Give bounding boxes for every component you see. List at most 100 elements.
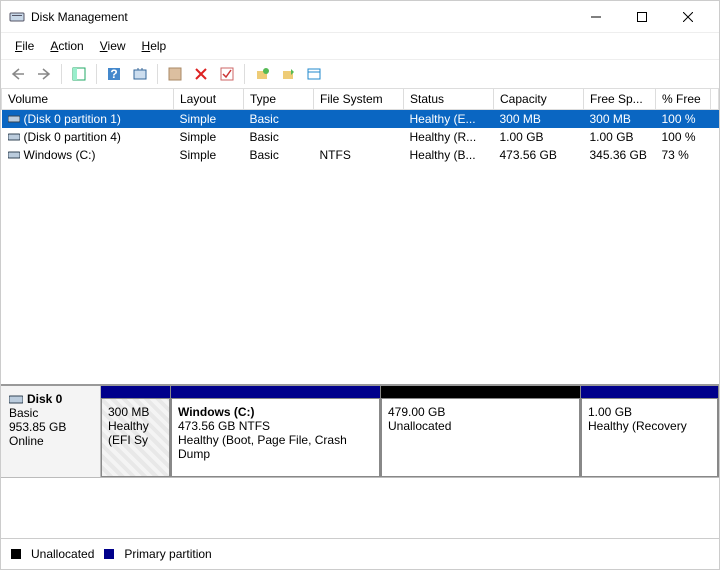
menu-bar: File Action View Help <box>1 33 719 60</box>
menu-view[interactable]: View <box>94 37 132 55</box>
legend-swatch-primary <box>104 549 114 559</box>
window-controls <box>573 1 711 32</box>
show-hide-tree-button[interactable] <box>68 63 90 85</box>
checkmark-icon[interactable] <box>216 63 238 85</box>
cell: 100 % <box>656 110 711 129</box>
table-row[interactable]: Windows (C:) SimpleBasicNTFSHealthy (B...… <box>2 146 719 164</box>
refresh-button[interactable] <box>129 63 151 85</box>
partition-line2: Healthy (Recovery <box>588 419 711 433</box>
col-type[interactable]: Type <box>244 89 314 110</box>
cell: NTFS <box>314 146 404 164</box>
cell: 345.36 GB <box>584 146 656 164</box>
partition-body: 479.00 GBUnallocated <box>381 398 580 477</box>
volume-name: (Disk 0 partition 1) <box>24 112 121 126</box>
window-title: Disk Management <box>31 10 573 24</box>
partition-line2: Healthy (EFI Sy <box>108 419 163 447</box>
col-layout[interactable]: Layout <box>174 89 244 110</box>
action3-icon[interactable] <box>303 63 325 85</box>
col-extra[interactable] <box>711 89 719 110</box>
cell: Basic <box>244 128 314 146</box>
cell: 1.00 GB <box>494 128 584 146</box>
partition-body: Windows (C:)473.56 GB NTFSHealthy (Boot,… <box>171 398 380 477</box>
volume-name: (Disk 0 partition 4) <box>24 130 121 144</box>
partition-block[interactable]: 1.00 GBHealthy (Recovery <box>581 386 719 477</box>
partition-body: 1.00 GBHealthy (Recovery <box>581 398 718 477</box>
cell <box>314 110 404 129</box>
cell: 73 % <box>656 146 711 164</box>
legend-unallocated: Unallocated <box>31 547 94 561</box>
cell: Basic <box>244 146 314 164</box>
disk-state: Online <box>9 434 92 448</box>
partition-header-bar <box>101 386 170 398</box>
help-button[interactable]: ? <box>103 63 125 85</box>
cell: Simple <box>174 146 244 164</box>
toolbar: ? <box>1 60 719 89</box>
table-header-row: Volume Layout Type File System Status Ca… <box>2 89 719 110</box>
back-button[interactable] <box>7 63 29 85</box>
volume-name: Windows (C:) <box>24 148 96 162</box>
volume-list-pane[interactable]: Volume Layout Type File System Status Ca… <box>1 89 719 385</box>
disk-type: Basic <box>9 406 92 420</box>
menu-help[interactable]: Help <box>136 37 173 55</box>
partition-title: Windows (C:) <box>178 405 373 419</box>
delete-button[interactable] <box>190 63 212 85</box>
toolbar-separator <box>244 64 245 84</box>
disk-name: Disk 0 <box>9 392 92 406</box>
minimize-button[interactable] <box>573 1 619 32</box>
disk-info[interactable]: Disk 0 Basic 953.85 GB Online <box>1 386 101 477</box>
toolbar-separator <box>96 64 97 84</box>
disk-graphic-pane[interactable]: Disk 0 Basic 953.85 GB Online 300 MBHeal… <box>1 385 719 538</box>
col-fs[interactable]: File System <box>314 89 404 110</box>
action1-icon[interactable] <box>251 63 273 85</box>
legend-primary: Primary partition <box>124 547 211 561</box>
menu-action[interactable]: Action <box>44 37 89 55</box>
disk-icon <box>9 393 23 405</box>
cell: 100 % <box>656 128 711 146</box>
col-capacity[interactable]: Capacity <box>494 89 584 110</box>
partition-line1: 1.00 GB <box>588 405 711 419</box>
partition-line2: Unallocated <box>388 419 573 433</box>
cell: Basic <box>244 110 314 129</box>
partition-line1: 479.00 GB <box>388 405 573 419</box>
table-row[interactable]: (Disk 0 partition 4)SimpleBasicHealthy (… <box>2 128 719 146</box>
partition-block[interactable]: 300 MBHealthy (EFI Sy <box>101 386 171 477</box>
cell: 300 MB <box>584 110 656 129</box>
col-pct[interactable]: % Free <box>656 89 711 110</box>
partition-header-bar <box>171 386 380 398</box>
table-row[interactable]: (Disk 0 partition 1) SimpleBasic Healthy (… <box>2 110 719 129</box>
cell: 300 MB <box>494 110 584 129</box>
cell: Healthy (B... <box>404 146 494 164</box>
col-free[interactable]: Free Sp... <box>584 89 656 110</box>
action2-icon[interactable] <box>277 63 299 85</box>
menu-file[interactable]: File <box>9 37 40 55</box>
disk-partitions: 300 MBHealthy (EFI SyWindows (C:)473.56 … <box>101 386 719 477</box>
toolbar-separator <box>157 64 158 84</box>
maximize-button[interactable] <box>619 1 665 32</box>
cell <box>314 128 404 146</box>
partition-line1: 473.56 GB NTFS <box>178 419 373 433</box>
forward-button[interactable] <box>33 63 55 85</box>
cell: Simple <box>174 110 244 129</box>
legend: Unallocated Primary partition <box>1 538 719 569</box>
cell: 1.00 GB <box>584 128 656 146</box>
partition-body: 300 MBHealthy (EFI Sy <box>101 398 170 477</box>
partition-block[interactable]: Windows (C:)473.56 GB NTFSHealthy (Boot,… <box>171 386 381 477</box>
cell: Healthy (E... <box>404 110 494 129</box>
disk-size: 953.85 GB <box>9 420 92 434</box>
cell: 473.56 GB <box>494 146 584 164</box>
partition-header-bar <box>381 386 580 398</box>
title-bar: Disk Management <box>1 1 719 33</box>
cell: Healthy (R... <box>404 128 494 146</box>
partition-block[interactable]: 479.00 GBUnallocated <box>381 386 581 477</box>
close-button[interactable] <box>665 1 711 32</box>
col-status[interactable]: Status <box>404 89 494 110</box>
partition-line1: 300 MB <box>108 405 163 419</box>
settings-icon[interactable] <box>164 63 186 85</box>
partition-header-bar <box>581 386 718 398</box>
partition-line2: Healthy (Boot, Page File, Crash Dump <box>178 433 373 461</box>
col-volume[interactable]: Volume <box>2 89 174 110</box>
volume-table: Volume Layout Type File System Status Ca… <box>1 89 719 164</box>
legend-swatch-unallocated <box>11 549 21 559</box>
disk-row: Disk 0 Basic 953.85 GB Online 300 MBHeal… <box>1 386 719 478</box>
svg-text:?: ? <box>110 67 117 81</box>
